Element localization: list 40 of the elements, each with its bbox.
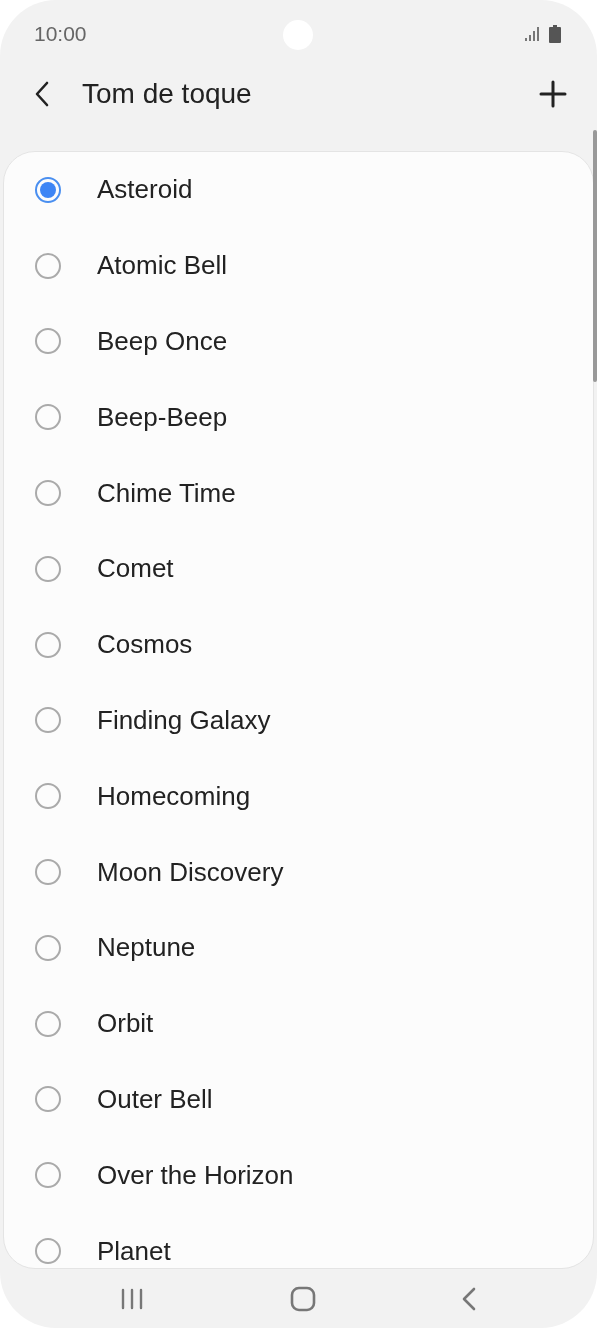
ringtone-item[interactable]: Cosmos [4,606,593,683]
radio-button[interactable] [35,934,61,961]
radio-button[interactable] [35,252,61,279]
radio-button[interactable] [35,783,61,810]
radio-button[interactable] [35,480,61,507]
radio-button[interactable] [35,859,61,886]
ringtone-item[interactable]: Beep Once [4,303,593,380]
radio-button[interactable] [35,631,61,658]
page-title: Tom de toque [82,78,252,110]
radio-button[interactable] [35,555,61,582]
ringtone-item[interactable]: Moon Discovery [4,834,593,910]
status-time: 10:00 [34,22,87,46]
ringtone-item[interactable]: Beep-Beep [4,379,593,456]
radio-button[interactable] [35,1086,61,1113]
ringtone-item[interactable]: Atomic Bell [4,227,593,304]
radio-button[interactable] [35,1238,61,1265]
ringtone-item[interactable]: Over the Horizon [4,1137,593,1214]
home-icon[interactable] [289,1285,316,1312]
back-button[interactable] [34,81,50,107]
battery-icon [549,25,561,43]
recent-apps-icon[interactable] [120,1286,144,1311]
ringtone-item[interactable]: Neptune [4,909,593,986]
ringtone-item[interactable]: Chime Time [4,455,593,531]
ringtone-item[interactable]: Outer Bell [4,1061,593,1138]
radio-button[interactable] [35,176,61,203]
add-button[interactable] [539,80,567,108]
radio-button[interactable] [35,1010,61,1037]
radio-button[interactable] [35,404,61,431]
ringtone-item[interactable]: Planet [4,1213,593,1268]
ringtone-item[interactable]: Homecoming [4,758,593,835]
ringtone-item[interactable]: Comet [4,531,593,607]
ringtone-item[interactable]: Finding Galaxy [4,682,593,759]
ringtone-item[interactable]: Asteroid [4,152,593,228]
ringtone-item[interactable]: Orbit [4,985,593,1062]
back-nav-icon[interactable] [461,1286,477,1311]
scrollbar[interactable] [593,130,597,382]
radio-button[interactable] [35,328,61,355]
radio-button[interactable] [35,1162,61,1189]
signal-icon [525,27,541,41]
radio-button[interactable] [35,707,61,734]
